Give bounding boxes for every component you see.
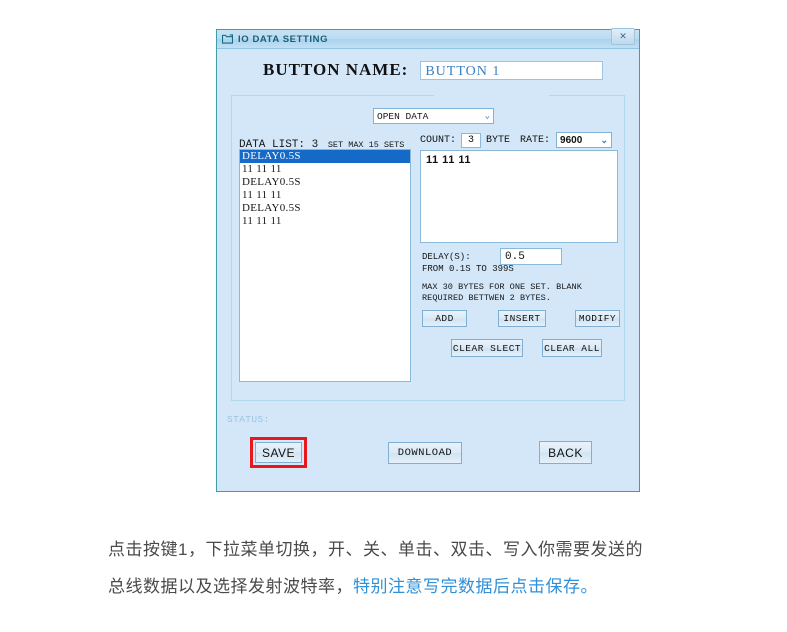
bytes-hint-line2: REQUIRED BETTWEN 2 BYTES. — [422, 293, 551, 303]
list-item[interactable]: DELAY0.5S — [240, 202, 410, 215]
caption-line-1: 点击按键1，下拉菜单切换，开、关、单击、双击、写入你需要发送的 — [108, 540, 643, 559]
rate-select-value: 9600 — [560, 134, 583, 146]
mode-select-value: OPEN DATA — [377, 110, 429, 122]
rate-label: RATE: — [520, 134, 551, 146]
group-panel-notch — [434, 95, 549, 97]
chevron-down-icon: ⌄ — [484, 110, 490, 121]
caption-line-2-highlight: 特别注意写完数据后点击保存。 — [353, 577, 598, 596]
download-button[interactable]: DOWNLOAD — [388, 442, 462, 464]
modify-button[interactable]: MODIFY — [575, 310, 620, 327]
io-data-setting-window: IO DATA SETTING ✕ BUTTON NAME: BUTTON 1 … — [216, 28, 640, 492]
bytes-hint-text: MAX 30 BYTES FOR ONE SET. BLANK REQUIRED… — [422, 282, 622, 304]
rate-select[interactable]: 9600 ⌄ — [556, 132, 613, 148]
data-list-box[interactable]: DELAY0.5S 11 11 11 DELAY0.5S 11 11 11 DELAY0… — [239, 149, 411, 382]
window-folder-icon — [222, 34, 233, 44]
list-item[interactable]: DELAY0.5S — [240, 150, 410, 163]
list-item[interactable]: 11 11 11 — [240, 189, 410, 202]
delay-input[interactable]: 0.5 — [500, 248, 562, 265]
clear-all-button[interactable]: CLEAR ALL — [542, 339, 602, 357]
caption-line-2-normal: 总线数据以及选择发射波特率， — [108, 577, 353, 596]
data-bytes-textarea[interactable]: 11 11 11 — [420, 150, 618, 243]
add-button[interactable]: ADD — [422, 310, 467, 327]
caption-line-2: 总线数据以及选择发射波特率，特别注意写完数据后点击保存。 — [108, 568, 748, 605]
list-item[interactable]: 11 11 11 — [240, 215, 410, 228]
caption-text: 点击按键1，下拉菜单切换，开、关、单击、双击、写入你需要发送的 总线数据以及选择… — [108, 531, 748, 605]
status-label: STATUS: — [227, 414, 270, 425]
list-item[interactable]: DELAY0.5S — [240, 176, 410, 189]
window-title: IO DATA SETTING — [238, 33, 329, 45]
close-icon[interactable]: ✕ — [611, 28, 635, 45]
bytes-hint-line1: MAX 30 BYTES FOR ONE SET. BLANK — [422, 282, 582, 292]
count-rate-row: COUNT: 3 BYTE RATE: 9600 ⌄ — [420, 132, 613, 148]
insert-button[interactable]: INSERT — [498, 310, 546, 327]
chevron-down-icon: ⌄ — [600, 134, 609, 145]
io-settings-group-panel: OPEN DATA ⌄ DATA LIST: 3 SET MAX 15 SETS… — [231, 95, 625, 401]
back-button[interactable]: BACK — [539, 441, 592, 464]
clear-select-button[interactable]: CLEAR SLECT — [451, 339, 523, 357]
mode-select[interactable]: OPEN DATA ⌄ — [373, 108, 494, 124]
count-label: COUNT: — [420, 134, 457, 146]
byte-unit-label: BYTE — [486, 134, 511, 146]
button-name-label: BUTTON NAME: — [263, 60, 409, 79]
list-item[interactable]: 11 11 11 — [240, 163, 410, 176]
button-name-input[interactable]: BUTTON 1 — [420, 60, 604, 80]
button-name-row: BUTTON NAME: BUTTON 1 — [217, 60, 639, 80]
count-input[interactable]: 3 — [461, 132, 482, 148]
window-title-bar: IO DATA SETTING ✕ — [217, 28, 639, 49]
save-button[interactable]: SAVE — [255, 442, 302, 463]
